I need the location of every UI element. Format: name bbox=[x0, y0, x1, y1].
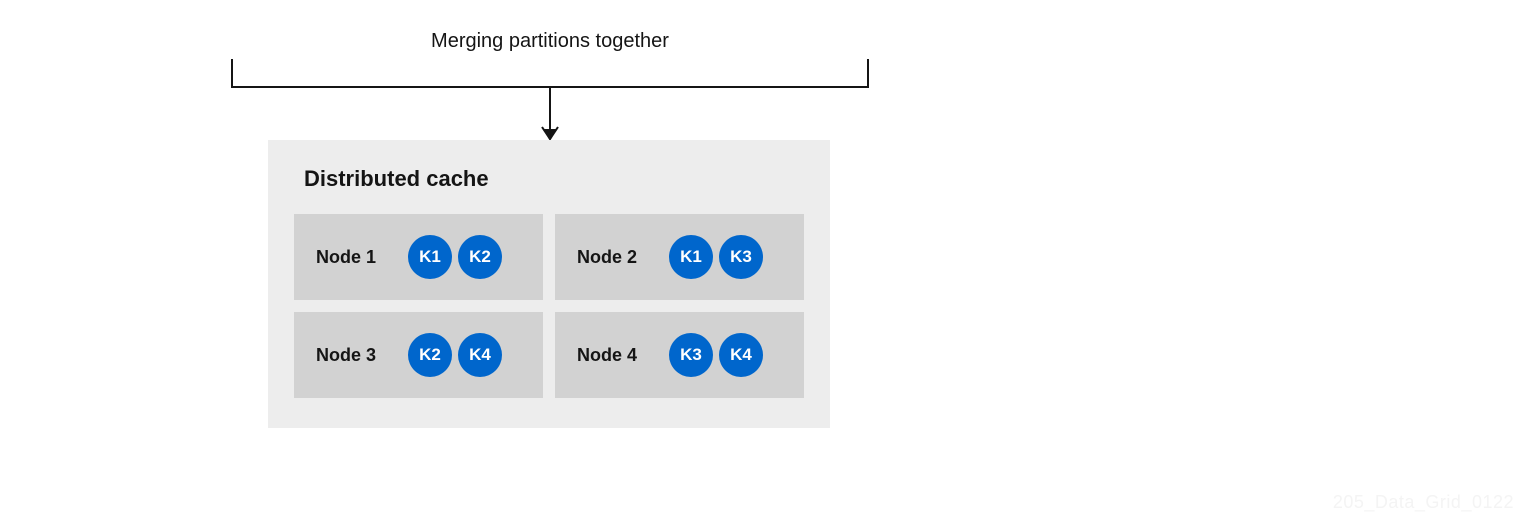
key-badge: K1 bbox=[408, 235, 452, 279]
key-badge: K1 bbox=[669, 235, 713, 279]
node-label: Node 4 bbox=[577, 345, 645, 366]
key-badge: K2 bbox=[408, 333, 452, 377]
key-badge: K4 bbox=[458, 333, 502, 377]
key-badge: K3 bbox=[719, 235, 763, 279]
merge-bracket: Merging partitions together bbox=[230, 30, 870, 147]
distributed-cache-panel: Distributed cache Node 1 K1 K2 Node 2 K1… bbox=[268, 140, 830, 428]
node-keys: K3 K4 bbox=[669, 333, 763, 377]
key-badge: K3 bbox=[669, 333, 713, 377]
node-keys: K1 K2 bbox=[408, 235, 502, 279]
bracket-arrow-icon bbox=[230, 57, 870, 147]
node-1: Node 1 K1 K2 bbox=[294, 214, 543, 300]
node-keys: K2 K4 bbox=[408, 333, 502, 377]
node-label: Node 1 bbox=[316, 247, 384, 268]
key-badge: K2 bbox=[458, 235, 502, 279]
node-label: Node 3 bbox=[316, 345, 384, 366]
bracket-label: Merging partitions together bbox=[230, 30, 870, 53]
node-grid: Node 1 K1 K2 Node 2 K1 K3 Node 3 K2 K4 N… bbox=[294, 214, 804, 398]
node-2: Node 2 K1 K3 bbox=[555, 214, 804, 300]
cache-title: Distributed cache bbox=[304, 166, 804, 192]
node-label: Node 2 bbox=[577, 247, 645, 268]
key-badge: K4 bbox=[719, 333, 763, 377]
node-keys: K1 K3 bbox=[669, 235, 763, 279]
watermark-text: 205_Data_Grid_0122 bbox=[1333, 492, 1514, 513]
node-3: Node 3 K2 K4 bbox=[294, 312, 543, 398]
node-4: Node 4 K3 K4 bbox=[555, 312, 804, 398]
